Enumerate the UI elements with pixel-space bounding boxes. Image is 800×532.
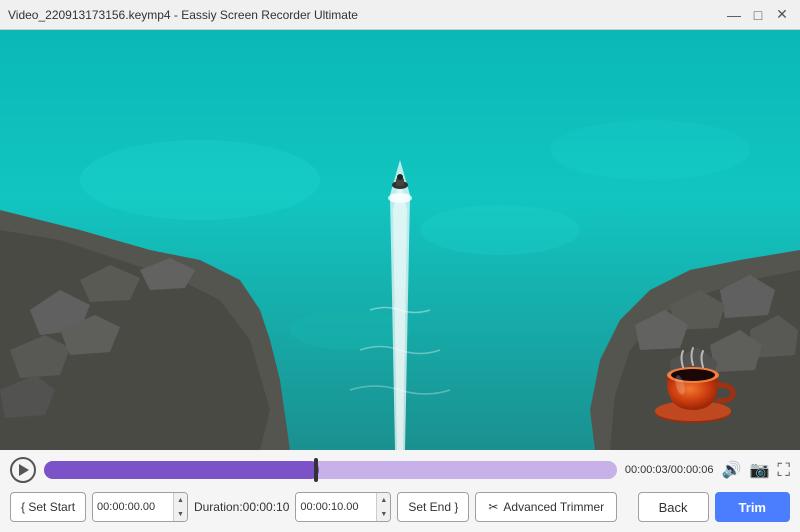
video-preview [0,30,800,450]
start-time-spinners: ▲ ▼ [173,493,187,521]
controls-row: { Set Start ▲ ▼ Duration:00:00:10 ▲ ▼ Se… [10,490,790,524]
timeline-fill [44,461,319,479]
duration-label: Duration:00:00:10 [194,500,289,514]
volume-button[interactable]: 🔊 [722,460,742,480]
timeline-track[interactable] [44,461,617,479]
cup-overlay [645,335,740,430]
scissors-icon: ✂ [488,500,498,514]
set-end-label: Set End } [408,500,458,514]
minimize-button[interactable]: — [724,5,744,25]
camera-icon: 📷 [749,460,769,480]
end-time-up[interactable]: ▲ [377,493,390,507]
start-time-input-group[interactable]: ▲ ▼ [92,492,188,522]
play-button[interactable] [10,457,36,483]
total-time: 00:00:06 [671,464,714,476]
set-end-button[interactable]: Set End } [397,492,469,522]
start-time-down[interactable]: ▼ [174,507,187,521]
fullscreen-icon: ⛶ [777,460,790,481]
advanced-trimmer-button[interactable]: ✂ Advanced Trimmer [475,492,617,522]
start-time-up[interactable]: ▲ [174,493,187,507]
set-start-button[interactable]: { Set Start [10,492,86,522]
timeline-thumb[interactable] [314,458,318,482]
time-display: 00:00:03/00:00:06 [625,464,714,476]
screenshot-button[interactable]: 📷 [749,460,769,480]
window-title: Video_220913173156.keymp4 - Eassiy Scree… [8,8,358,22]
cup-svg [645,335,740,430]
end-time-down[interactable]: ▼ [377,507,390,521]
volume-icon: 🔊 [722,460,742,480]
close-button[interactable]: ✕ [772,5,792,25]
end-time-input-group[interactable]: ▲ ▼ [295,492,391,522]
fullscreen-button[interactable]: ⛶ [777,460,790,481]
maximize-button[interactable]: □ [748,5,768,25]
end-time-input[interactable] [296,493,376,521]
advanced-trimmer-label: Advanced Trimmer [503,500,604,514]
bottom-bar: 00:00:03/00:00:06 🔊 📷 ⛶ { Set Start ▲ ▼ … [0,450,800,532]
timeline-row: 00:00:03/00:00:06 🔊 📷 ⛶ [10,456,790,484]
end-time-spinners: ▲ ▼ [376,493,390,521]
start-time-input[interactable] [93,493,173,521]
window-controls: — □ ✕ [724,5,792,25]
trim-button[interactable]: Trim [715,492,790,522]
title-bar: Video_220913173156.keymp4 - Eassiy Scree… [0,0,800,30]
set-start-label: { Set Start [21,500,75,514]
current-time: 00:00:03 [625,464,668,476]
back-button[interactable]: Back [638,492,709,522]
